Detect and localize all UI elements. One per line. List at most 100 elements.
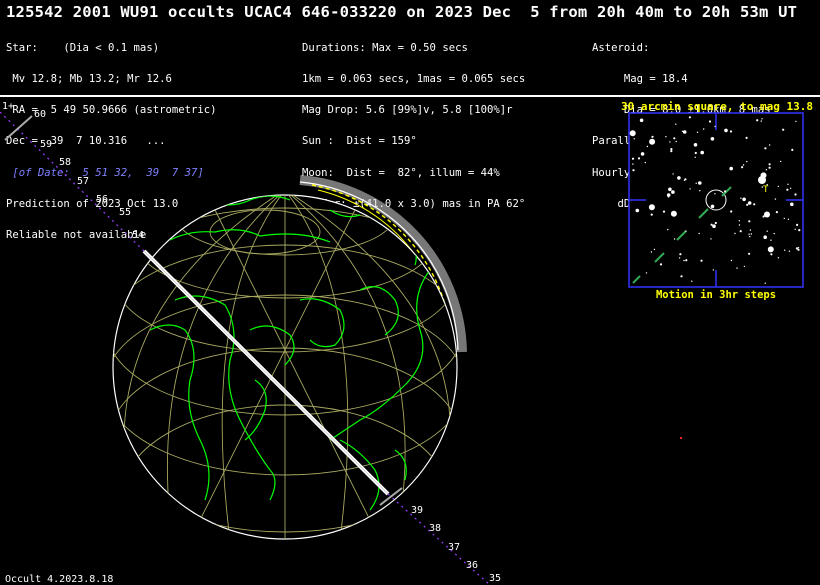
inset-star: [693, 143, 698, 147]
inset-star: [689, 188, 691, 190]
inset-star: [763, 235, 767, 239]
inset-star: [768, 166, 771, 169]
inset-star: [695, 182, 697, 184]
inset-star: [639, 118, 644, 123]
inset-star: [736, 267, 738, 269]
inset-star: [662, 210, 666, 213]
inset-star: [748, 252, 751, 255]
inset-star: [741, 166, 744, 169]
inset-star: [699, 190, 701, 192]
inset-star: [795, 120, 797, 123]
inset-star: [675, 123, 677, 125]
inset-star: [767, 246, 774, 253]
inset-star: [764, 211, 770, 218]
inset-star: [764, 282, 766, 284]
star-field-inset: [628, 112, 804, 288]
inset-star: [770, 253, 773, 256]
inset-star: [729, 130, 733, 133]
inset-star: [645, 272, 648, 274]
inset-star: [743, 265, 746, 268]
track-tick-label: 59: [40, 139, 52, 150]
inset-caption: Motion in 3hr steps: [655, 289, 777, 301]
inset-star: [769, 144, 771, 146]
inset-star: [742, 164, 745, 166]
inset-star: [787, 218, 790, 220]
inset-star: [790, 202, 794, 207]
inset-star: [764, 147, 767, 150]
inset-star: [694, 151, 697, 155]
inset-star: [685, 259, 688, 262]
inset-star: [712, 224, 716, 228]
inset-star: [795, 247, 799, 250]
inset-star: [782, 128, 785, 131]
inset-star: [714, 221, 717, 225]
inset-star: [710, 238, 712, 240]
inset-star: [748, 233, 750, 235]
inset-star: [746, 160, 748, 163]
inset-star: [665, 136, 667, 138]
track-tick-label: 55: [119, 207, 131, 218]
inset-star: [777, 185, 779, 188]
inset-star: [777, 257, 780, 259]
inset-star: [760, 120, 762, 122]
inset-star: [710, 137, 715, 141]
inset-star: [794, 228, 796, 230]
inset-star: [786, 188, 789, 191]
inset-star: [798, 229, 801, 232]
inset-star: [784, 249, 786, 251]
inset-star: [730, 259, 733, 262]
track-tick-label: 37: [448, 542, 460, 553]
inset-star: [698, 232, 700, 235]
inset-star: [667, 196, 670, 198]
inset-star: [629, 130, 636, 137]
inset-star: [748, 220, 751, 223]
inset-star: [685, 230, 687, 232]
inset-star: [653, 248, 656, 251]
inset-star: [765, 169, 768, 171]
inset-star: [761, 118, 763, 120]
inset-star: [788, 250, 791, 252]
inset-star: [673, 238, 676, 240]
inset-star: [678, 257, 681, 259]
inset-star: [635, 208, 640, 213]
inset-star: [673, 137, 676, 140]
inset-star: [739, 230, 742, 233]
inset-star: [668, 187, 672, 192]
inset-star: [746, 203, 749, 206]
inset-star: [773, 232, 775, 235]
inset-star: [659, 263, 663, 266]
inset-star: [683, 259, 685, 262]
inset-star: [670, 150, 673, 153]
version-label: Occult 4.2023.8.18: [5, 574, 114, 585]
inset-star: [632, 163, 634, 165]
inset-star: [780, 160, 782, 163]
inset-star: [775, 211, 779, 214]
inset-star: [637, 157, 641, 160]
inset-star: [648, 204, 655, 211]
inset-star: [749, 229, 752, 231]
track-tick-label: 56: [96, 194, 108, 205]
track-tick-label: 57: [77, 176, 89, 187]
inset-star: [797, 247, 800, 249]
inset-star: [753, 203, 756, 206]
inset-star: [794, 193, 797, 196]
inset-star: [796, 223, 799, 226]
inset-star: [738, 224, 741, 226]
inset-star: [650, 251, 653, 253]
track-tick-label: 35: [489, 573, 501, 584]
inset-star: [700, 150, 704, 155]
inset-star: [708, 120, 712, 123]
inset-star: [646, 145, 649, 148]
inset-star: [734, 232, 736, 235]
inset-star: [681, 130, 684, 132]
track-tick-label: 36: [466, 560, 478, 571]
inset-star: [667, 228, 669, 231]
inset-star: [714, 125, 716, 128]
inset-star: [710, 204, 715, 209]
inset-star: [688, 116, 692, 119]
inset-star: [649, 138, 656, 145]
inset-star: [745, 136, 748, 139]
inset-star: [774, 198, 777, 200]
inset-star: [672, 173, 674, 175]
marker-dot: [680, 437, 682, 439]
